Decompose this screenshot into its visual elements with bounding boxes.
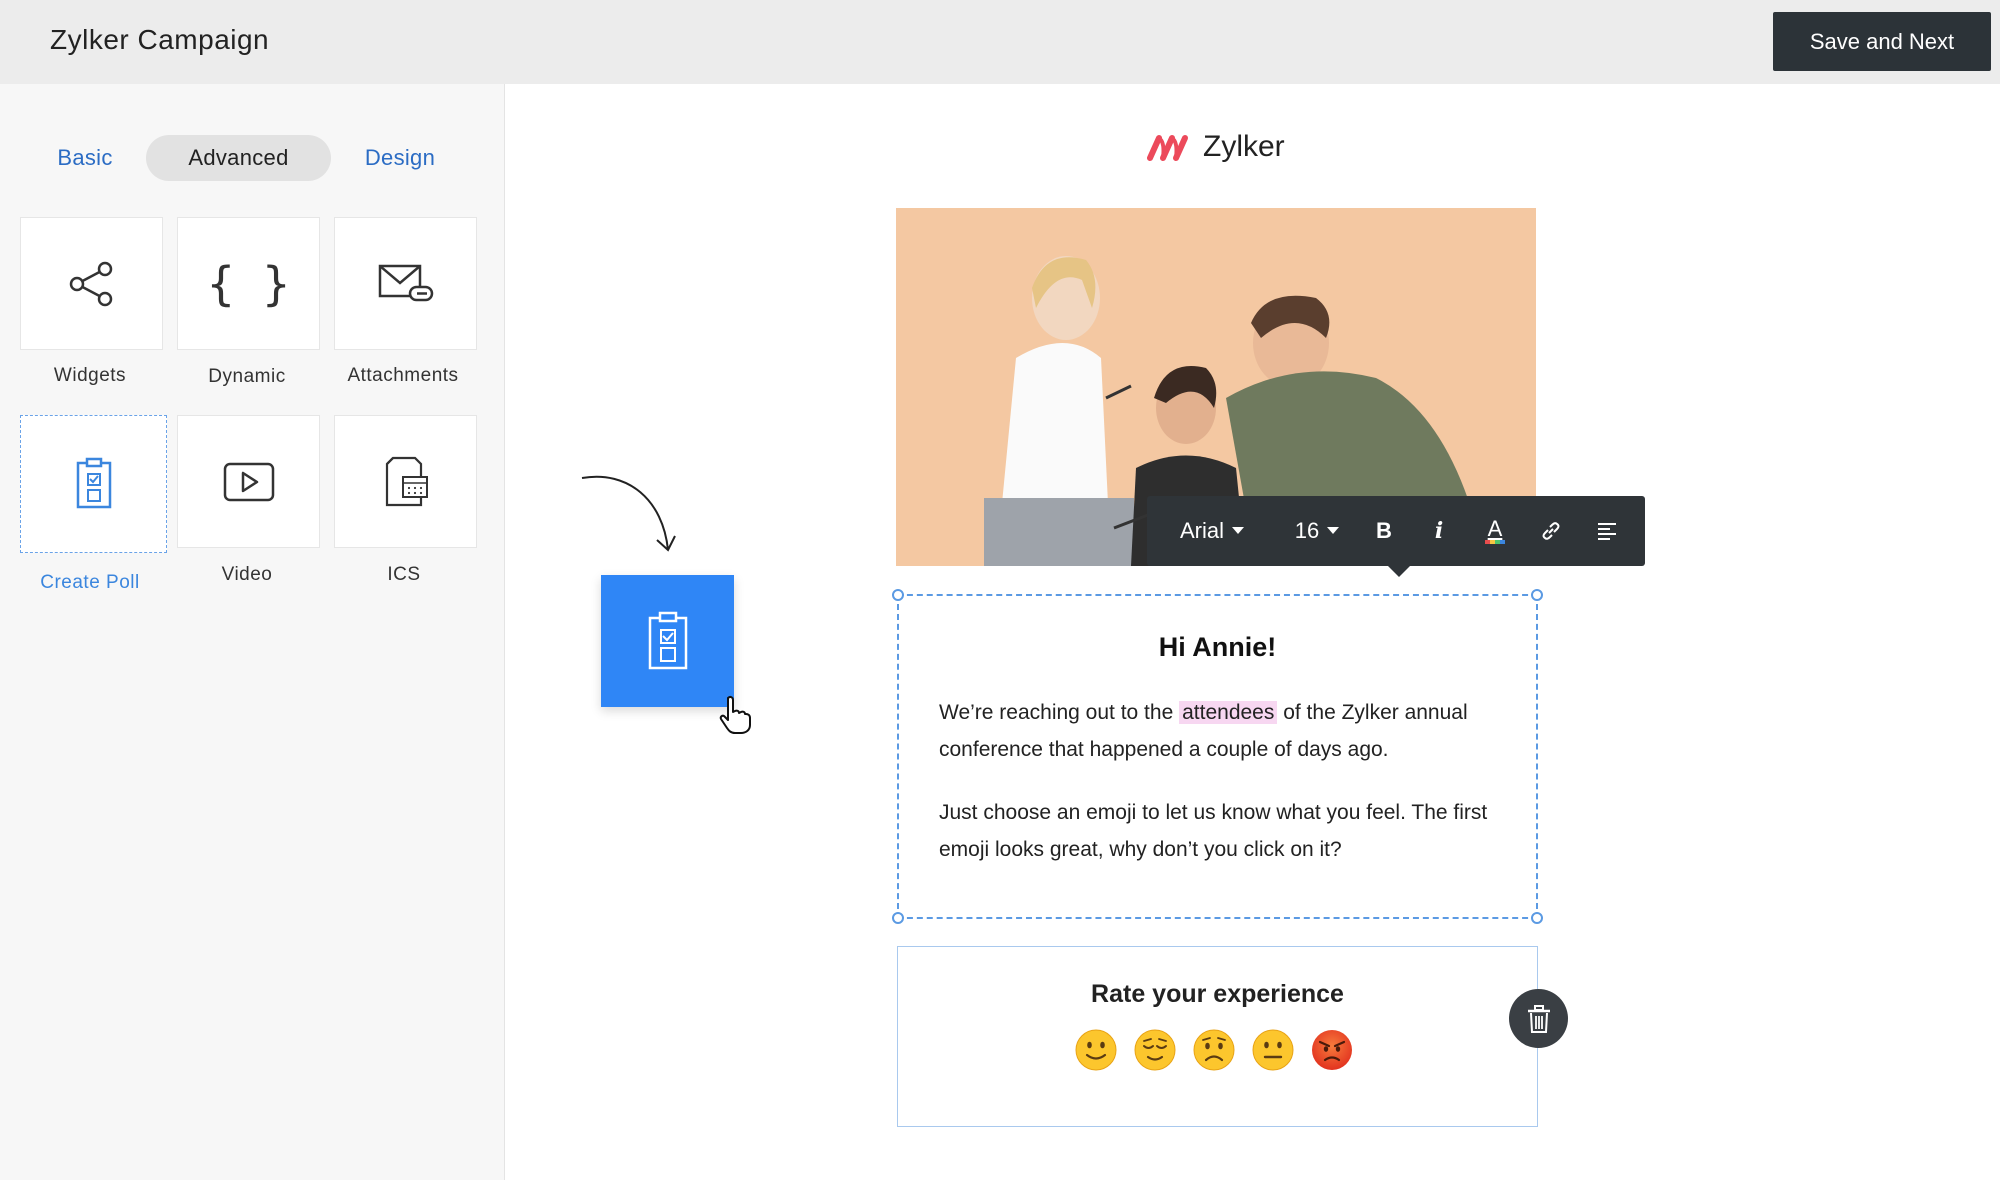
text-color-icon: A [1488, 518, 1503, 540]
resize-handle[interactable] [1531, 589, 1543, 601]
font-size-dropdown[interactable]: 16 [1277, 496, 1357, 566]
selected-text-block[interactable]: Hi Annie! We’re reaching out to the atte… [897, 594, 1538, 919]
paragraph-2[interactable]: Just choose an emoji to let us know what… [939, 794, 1509, 868]
align-button[interactable] [1579, 496, 1635, 566]
link-button[interactable] [1523, 496, 1579, 566]
drag-arrow-icon [578, 470, 678, 556]
emoji-options [1075, 1029, 1353, 1071]
attachments-label: Attachments [323, 365, 483, 387]
ics-label: ICS [324, 564, 484, 586]
caret-down-icon [1232, 527, 1244, 535]
share-icon [67, 259, 117, 309]
resize-handle[interactable] [892, 912, 904, 924]
paragraph-1[interactable]: We’re reaching out to the attendees of t… [939, 694, 1509, 768]
toolbar-pointer [1388, 566, 1410, 577]
neutral-face-icon[interactable] [1252, 1029, 1294, 1071]
bold-button[interactable]: B [1357, 496, 1411, 566]
brand-logo: Zylker [1147, 130, 1285, 164]
poll-block[interactable]: Rate your experience [897, 946, 1538, 1127]
clipboard-checklist-icon [74, 457, 114, 511]
attachments-tile[interactable] [334, 217, 477, 350]
tab-basic[interactable]: Basic [42, 135, 128, 181]
tab-advanced[interactable]: Advanced [146, 135, 331, 181]
dynamic-label: Dynamic [167, 366, 327, 388]
align-left-icon [1597, 522, 1617, 540]
caret-down-icon [1327, 527, 1339, 535]
resize-handle[interactable] [892, 589, 904, 601]
resize-handle[interactable] [1531, 912, 1543, 924]
dynamic-tile[interactable]: { } [177, 217, 320, 350]
top-bar: Zylker Campaign Save and Next [0, 0, 2000, 84]
color-swatch-icon [1485, 540, 1505, 544]
link-icon [1540, 520, 1562, 542]
zylker-logo-icon [1147, 132, 1191, 162]
app-title: Zylker Campaign [50, 24, 269, 56]
greeting-heading: Hi Annie! [899, 632, 1536, 663]
italic-button[interactable]: i [1411, 496, 1467, 566]
calendar-file-icon [381, 455, 431, 509]
widgets-label: Widgets [10, 365, 170, 387]
italic-icon: i [1435, 518, 1443, 544]
slightly-smiling-face-icon[interactable] [1075, 1029, 1117, 1071]
curly-braces-icon: { } [207, 261, 290, 307]
text-format-toolbar: Arial 16 B i A [1147, 496, 1645, 566]
create-poll-tile[interactable] [20, 415, 167, 553]
trash-icon [1527, 1005, 1551, 1033]
tab-design[interactable]: Design [352, 135, 448, 181]
font-family-dropdown[interactable]: Arial [1147, 496, 1277, 566]
delete-block-button[interactable] [1509, 989, 1568, 1048]
video-label: Video [167, 564, 327, 586]
play-video-icon [222, 461, 276, 503]
angry-face-icon[interactable] [1311, 1029, 1353, 1071]
ics-tile[interactable] [334, 415, 477, 548]
text-color-button[interactable]: A [1467, 496, 1523, 566]
bold-icon: B [1376, 518, 1392, 544]
dragged-poll-tile[interactable] [601, 575, 734, 707]
widgets-tile[interactable] [20, 217, 163, 350]
highlighted-word[interactable]: attendees [1179, 701, 1277, 724]
relieved-face-icon[interactable] [1134, 1029, 1176, 1071]
brand-name: Zylker [1203, 130, 1285, 164]
save-and-next-button[interactable]: Save and Next [1773, 12, 1991, 71]
hand-cursor-icon [718, 695, 752, 735]
video-tile[interactable] [177, 415, 320, 548]
clipboard-checklist-icon [646, 611, 690, 671]
paragraph-1-start: We’re reaching out to the [939, 701, 1173, 724]
mail-attachment-icon [377, 261, 435, 307]
font-family-value: Arial [1180, 518, 1224, 544]
create-poll-label: Create Poll [10, 572, 170, 594]
frowning-face-icon[interactable] [1193, 1029, 1235, 1071]
font-size-value: 16 [1295, 518, 1319, 544]
poll-title: Rate your experience [898, 980, 1537, 1009]
